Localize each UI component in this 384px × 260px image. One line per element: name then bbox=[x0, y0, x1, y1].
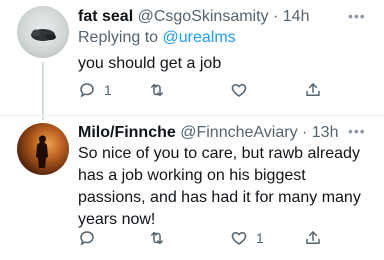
tweet-actions: 1 bbox=[78, 79, 374, 101]
tweet-text: So nice of you to care, but rawb already… bbox=[78, 145, 361, 228]
retweet-icon bbox=[148, 229, 166, 247]
tweet[interactable]: fat seal @CsgoSkinsamity · 14h ••• Reply… bbox=[0, 0, 384, 120]
time-separator: · bbox=[297, 124, 312, 141]
time-separator: · bbox=[268, 8, 283, 25]
tweet-text: you should get a job bbox=[78, 55, 222, 72]
retweet-button[interactable] bbox=[148, 227, 174, 249]
more-dots-icon[interactable]: ••• bbox=[348, 9, 366, 23]
replying-to-label: Replying to bbox=[78, 29, 163, 46]
heart-icon bbox=[230, 81, 248, 99]
share-button[interactable] bbox=[304, 79, 322, 101]
thread-line bbox=[42, 62, 44, 120]
heart-icon bbox=[230, 229, 248, 247]
like-button[interactable] bbox=[230, 79, 256, 101]
share-icon bbox=[304, 81, 322, 99]
like-count: 1 bbox=[256, 230, 264, 246]
mention-link[interactable]: @urealms bbox=[163, 29, 236, 46]
reply-icon bbox=[78, 81, 96, 99]
reply-icon bbox=[78, 229, 96, 247]
share-icon bbox=[304, 229, 322, 247]
user-handle[interactable]: @FinncheAviary bbox=[180, 124, 297, 141]
avatar[interactable] bbox=[17, 6, 69, 58]
display-name[interactable]: fat seal bbox=[78, 8, 133, 25]
reply-button[interactable]: 1 bbox=[78, 79, 112, 101]
user-handle[interactable]: @CsgoSkinsamity bbox=[138, 8, 269, 25]
reply-count: 1 bbox=[104, 82, 112, 98]
share-button[interactable] bbox=[304, 227, 322, 249]
avatar[interactable] bbox=[17, 123, 69, 175]
like-button[interactable]: 1 bbox=[230, 227, 264, 249]
retweet-icon bbox=[148, 81, 166, 99]
timestamp[interactable]: 13h bbox=[312, 124, 339, 141]
tweet-header: fat seal @CsgoSkinsamity · 14h bbox=[78, 7, 344, 27]
display-name[interactable]: Milo/Finnche bbox=[78, 124, 176, 141]
more-dots-icon[interactable]: ••• bbox=[348, 124, 366, 138]
timestamp[interactable]: 14h bbox=[283, 8, 310, 25]
replying-to: Replying to @urealms bbox=[78, 28, 236, 48]
tweet[interactable]: Milo/Finnche @FinncheAviary · 13h ••• So… bbox=[0, 115, 384, 260]
reply-button[interactable] bbox=[78, 227, 104, 249]
tweet-actions: 1 bbox=[78, 227, 374, 249]
tweet-header: Milo/Finnche @FinncheAviary · 13h bbox=[78, 123, 344, 143]
retweet-button[interactable] bbox=[148, 79, 174, 101]
